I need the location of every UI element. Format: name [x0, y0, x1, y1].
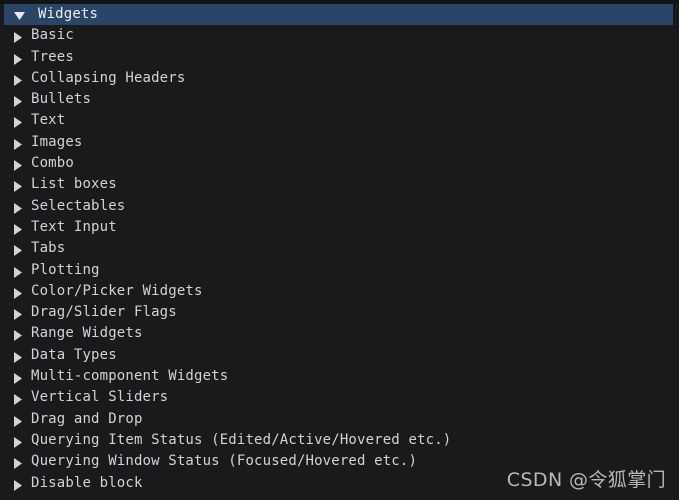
triangle-right-icon[interactable] [14, 68, 26, 89]
triangle-right-icon[interactable] [14, 25, 26, 46]
triangle-down-icon[interactable] [14, 4, 26, 25]
triangle-right-icon[interactable] [14, 238, 26, 259]
triangle-right-icon[interactable] [14, 89, 26, 110]
tree-item-label: Text Input [31, 218, 117, 235]
triangle-right-icon[interactable] [14, 132, 26, 153]
tree-item-trees[interactable]: Trees [0, 47, 679, 68]
tree-item-label: Multi-component Widgets [31, 368, 229, 385]
triangle-right-icon[interactable] [14, 47, 26, 68]
tree-item-label: Basic [31, 27, 74, 44]
tree-item-drag-slider-flags[interactable]: Drag/Slider Flags [0, 302, 679, 323]
tree-item-label: Images [31, 133, 83, 150]
tree-item-basic[interactable]: Basic [0, 25, 679, 46]
tree-item-combo[interactable]: Combo [0, 153, 679, 174]
tree-item-tabs[interactable]: Tabs [0, 238, 679, 259]
tree-item-label: Text [31, 112, 66, 129]
tree-item-label: List boxes [31, 176, 117, 193]
tree-item-text-input[interactable]: Text Input [0, 217, 679, 238]
triangle-right-icon[interactable] [14, 430, 26, 451]
tree-item-querying-window-status[interactable]: Querying Window Status (Focused/Hovered … [0, 451, 679, 472]
tree-item-label: Plotting [31, 261, 100, 278]
triangle-right-icon[interactable] [14, 217, 26, 238]
tree-item-disable-block[interactable]: Disable block [0, 473, 679, 494]
triangle-right-icon[interactable] [14, 451, 26, 472]
tree-item-label: Querying Window Status (Focused/Hovered … [31, 453, 418, 470]
tree-item-label: Combo [31, 155, 74, 172]
triangle-right-icon[interactable] [14, 366, 26, 387]
tree-item-color-picker-widgets[interactable]: Color/Picker Widgets [0, 281, 679, 302]
tree-item-label: Color/Picker Widgets [31, 282, 203, 299]
tree-item-data-types[interactable]: Data Types [0, 345, 679, 366]
tree-item-label: Selectables [31, 197, 126, 214]
tree-item-list-boxes[interactable]: List boxes [0, 174, 679, 195]
tree-item-range-widgets[interactable]: Range Widgets [0, 323, 679, 344]
triangle-right-icon[interactable] [14, 323, 26, 344]
tree-item-drag-and-drop[interactable]: Drag and Drop [0, 409, 679, 430]
tree-item-collapsing-headers[interactable]: Collapsing Headers [0, 68, 679, 89]
tree-item-label: Bullets [31, 91, 92, 108]
tree-item-label: Tabs [31, 240, 66, 257]
tree-item-multi-component-widgets[interactable]: Multi-component Widgets [0, 366, 679, 387]
tree-item-label: Drag/Slider Flags [31, 304, 177, 321]
tree-item-text[interactable]: Text [0, 110, 679, 131]
tree-item-selectables[interactable]: Selectables [0, 196, 679, 217]
tree-item-images[interactable]: Images [0, 132, 679, 153]
triangle-right-icon[interactable] [14, 409, 26, 430]
tree-item-label: Data Types [31, 346, 117, 363]
triangle-right-icon[interactable] [14, 473, 26, 494]
triangle-right-icon[interactable] [14, 387, 26, 408]
tree-node-label: Widgets [38, 6, 99, 22]
triangle-right-icon[interactable] [14, 345, 26, 366]
tree-item-label: Drag and Drop [31, 410, 143, 427]
tree-item-vertical-sliders[interactable]: Vertical Sliders [0, 387, 679, 408]
tree-item-label: Disable block [31, 474, 143, 491]
triangle-right-icon[interactable] [14, 110, 26, 131]
widgets-demo-window: Widgets Basic Trees Collapsing Headers B… [0, 0, 679, 500]
triangle-right-icon[interactable] [14, 302, 26, 323]
tree-item-label: Querying Item Status (Edited/Active/Hove… [31, 431, 452, 448]
tree-item-querying-item-status[interactable]: Querying Item Status (Edited/Active/Hove… [0, 430, 679, 451]
triangle-right-icon[interactable] [14, 260, 26, 281]
tree-item-bullets[interactable]: Bullets [0, 89, 679, 110]
tree-item-label: Trees [31, 48, 74, 65]
tree-item-label: Collapsing Headers [31, 69, 186, 86]
tree-item-label: Vertical Sliders [31, 389, 169, 406]
tree-item-plotting[interactable]: Plotting [0, 260, 679, 281]
triangle-right-icon[interactable] [14, 153, 26, 174]
widgets-tree: Widgets Basic Trees Collapsing Headers B… [0, 4, 679, 500]
triangle-right-icon[interactable] [14, 196, 26, 217]
tree-node-widgets[interactable]: Widgets [4, 4, 673, 26]
tree-item-label: Range Widgets [31, 325, 143, 342]
triangle-right-icon[interactable] [14, 174, 26, 195]
triangle-right-icon[interactable] [14, 281, 26, 302]
